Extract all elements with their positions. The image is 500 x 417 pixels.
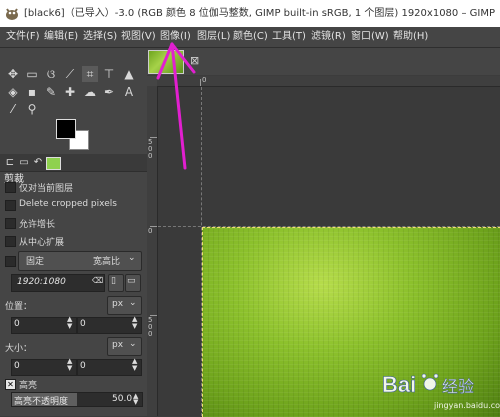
ratio-value: 1920:1080 [17, 277, 66, 287]
position-x-value: 0 [14, 319, 20, 329]
watermark-brand: Bai [382, 372, 416, 397]
expand-from-center-checkbox[interactable] [5, 236, 16, 247]
menu-select[interactable]: 选择(S) [83, 27, 117, 47]
allow-growing-label: 允许增长 [19, 220, 56, 230]
current-layer-only-label: 仅对当前图层 [19, 184, 74, 194]
delete-cropped-checkbox[interactable] [5, 200, 16, 211]
rect-select-icon[interactable]: ▭ [24, 66, 40, 82]
size-height-value: 0 [80, 361, 86, 371]
paw-icon [421, 373, 439, 391]
heal-icon[interactable]: ✚ [62, 84, 78, 100]
menu-help[interactable]: 帮助(H) [393, 27, 428, 47]
menu-windows[interactable]: 窗口(W) [351, 27, 389, 47]
tool-options-tab-icon[interactable]: ⊏ [3, 156, 17, 169]
undo-history-tab-icon[interactable]: ↶ [31, 156, 45, 169]
chevron-down-icon: ⌄ [129, 339, 137, 349]
menu-file[interactable]: 文件(F) [6, 27, 40, 47]
paintbrush-icon[interactable]: ✎ [43, 84, 59, 100]
ruler-label: 500 [148, 316, 153, 338]
position-y-value: 0 [80, 319, 86, 329]
clone-stamp-icon[interactable]: ▲ [121, 66, 137, 82]
menu-bar: 文件(F) 编辑(E) 选择(S) 视图(V) 图像(I) 图层(L) 颜色(C… [0, 27, 500, 48]
smudge-icon[interactable]: ☁ [82, 84, 98, 100]
portrait-icon: ▯ [111, 276, 116, 286]
crop-icon[interactable]: ⌗ [82, 66, 98, 82]
zoom-icon[interactable]: ⚲ [24, 101, 40, 117]
menu-edit[interactable]: 编辑(E) [44, 27, 78, 47]
position-unit-value: px [112, 299, 124, 309]
landscape-icon: ▭ [127, 276, 136, 286]
highlight-label: 高亮 [19, 381, 38, 391]
highlight-opacity-value: 50.0 [112, 394, 133, 404]
watermark-url: jingyan.baidu.com [433, 401, 500, 410]
size-unit-value: px [112, 340, 124, 350]
highlight-opacity-label: 高亮不透明度 [14, 397, 69, 407]
images-tab-icon[interactable] [46, 157, 61, 170]
path-icon[interactable]: ✒ [101, 84, 117, 100]
fixed-checkbox[interactable] [5, 256, 16, 267]
blend-icon[interactable]: ▪ [24, 84, 40, 100]
dock-tabs: ⊏ ▭ ↶ [0, 154, 147, 171]
transform-icon[interactable]: ⊤ [101, 66, 117, 82]
menu-filters[interactable]: 滤镜(R) [311, 27, 346, 47]
fuzzy-select-icon[interactable]: ⟋ [62, 66, 78, 82]
expand-from-center-label: 从中心扩展 [19, 238, 65, 248]
device-status-tab-icon[interactable]: ▭ [17, 156, 31, 169]
delete-cropped-label: Delete cropped pixels [19, 199, 117, 209]
size-width-value: 0 [14, 361, 20, 371]
stepper-icon[interactable]: ▲ ▼ [67, 316, 72, 330]
clear-input-icon[interactable]: ⌫ [92, 276, 103, 285]
text-icon[interactable]: A [121, 84, 137, 100]
position-label: 位置： [5, 302, 33, 312]
baidu-watermark: Bai 经验 jingyan.baidu.com [382, 372, 500, 410]
stepper-icon[interactable]: ▲ ▼ [133, 393, 138, 406]
title-bar: [black6]（已导入）-3.0 (RGB 颜色 8 位伽马整数, GIMP … [0, 0, 500, 27]
window-title: [black6]（已导入）-3.0 (RGB 颜色 8 位伽马整数, GIMP … [24, 8, 495, 19]
stepper-icon[interactable]: ▲ ▼ [132, 316, 137, 330]
menu-colors[interactable]: 颜色(C) [233, 27, 268, 47]
stepper-icon[interactable]: ▲ ▼ [132, 358, 137, 372]
size-label: 大小： [5, 344, 33, 354]
menu-tools[interactable]: 工具(T) [272, 27, 306, 47]
foreground-color-swatch[interactable] [56, 119, 76, 139]
fixed-mode-value: 宽高比 [93, 257, 121, 267]
highlight-checkbox[interactable]: ✕ [5, 379, 16, 390]
chevron-down-icon: ⌄ [128, 253, 136, 263]
current-layer-only-checkbox[interactable] [5, 182, 16, 193]
annotation-arrow [156, 42, 196, 170]
bucket-fill-icon[interactable]: ◈ [5, 84, 21, 100]
chevron-down-icon: ⌄ [129, 298, 137, 308]
eyedropper-icon[interactable]: ⁄ [5, 101, 21, 117]
ruler-label: 0 [148, 227, 153, 235]
fixed-label: 固定 [26, 257, 45, 267]
stepper-icon[interactable]: ▲ ▼ [67, 358, 72, 372]
watermark-brand-suffix: 经验 [442, 377, 474, 396]
allow-growing-checkbox[interactable] [5, 218, 16, 229]
lasso-icon[interactable]: ଓ [43, 66, 59, 82]
move-icon[interactable]: ✥ [5, 66, 21, 82]
gimp-app-icon [6, 8, 18, 20]
